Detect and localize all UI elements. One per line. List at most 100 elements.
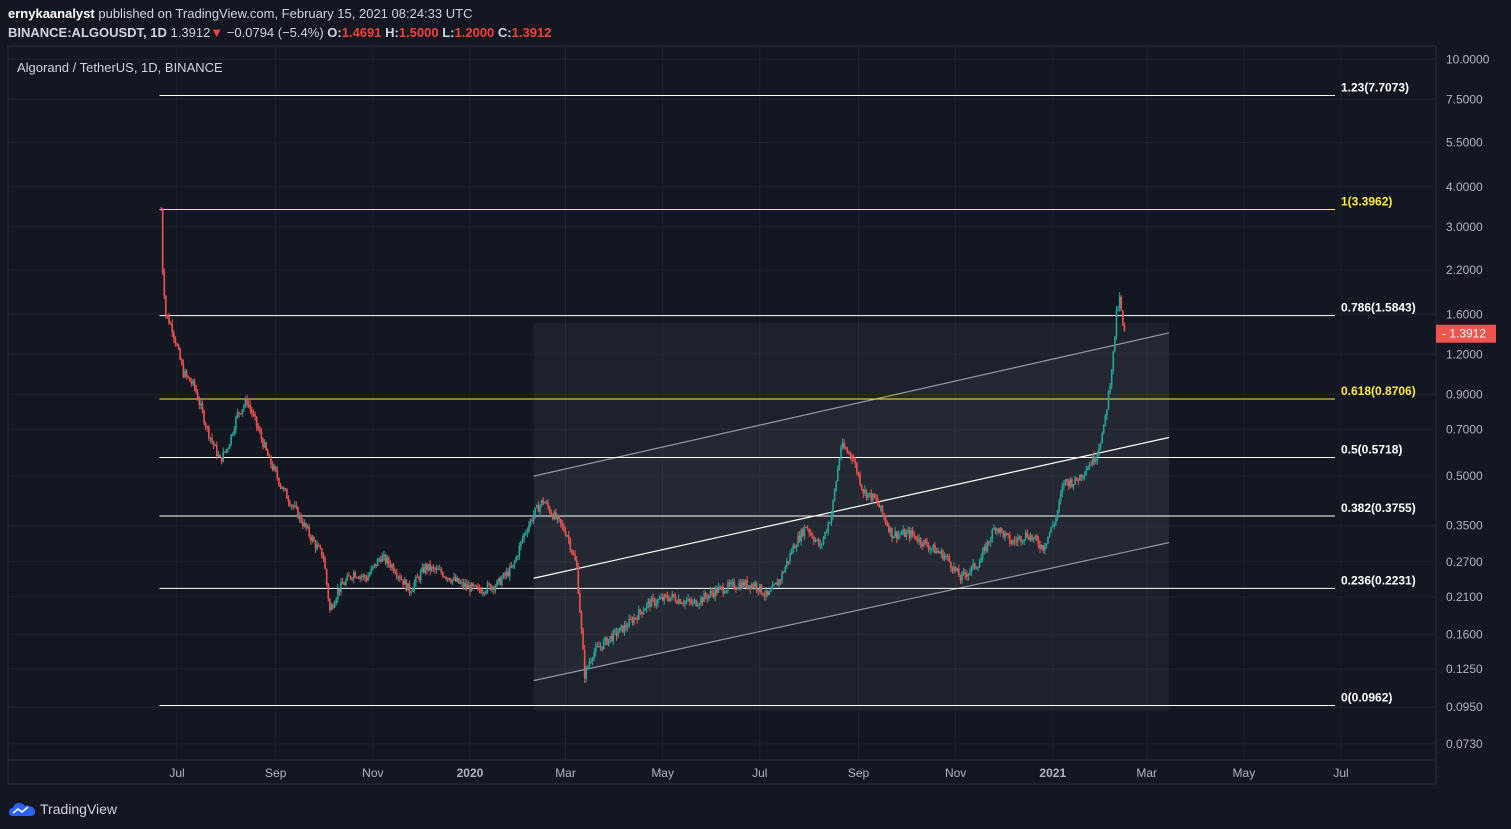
- candle-body: [321, 548, 323, 557]
- candle-body: [451, 579, 454, 583]
- candle-body: [480, 590, 482, 594]
- candle-body: [784, 566, 787, 573]
- candle-body: [958, 568, 960, 577]
- candle-body: [483, 592, 486, 594]
- candle-body: [281, 486, 283, 490]
- candle-body: [206, 426, 209, 428]
- candle-body: [1072, 484, 1075, 487]
- candle-body: [1080, 474, 1083, 478]
- candle-body: [838, 458, 841, 469]
- candle-body: [1015, 540, 1017, 542]
- candle-body: [596, 646, 599, 648]
- candle-body: [1056, 510, 1059, 519]
- candle-body: [943, 556, 946, 560]
- candle-body: [486, 583, 489, 592]
- candle-body: [521, 538, 524, 542]
- candle-body: [693, 600, 696, 602]
- candle-body: [612, 630, 615, 642]
- candle-body: [649, 600, 651, 608]
- candle-body: [873, 493, 876, 498]
- candle-body: [1112, 351, 1115, 371]
- candle-body: [341, 582, 344, 585]
- parallel-channel[interactable]: [533, 322, 1170, 711]
- candle-body: [209, 437, 212, 439]
- candle-body: [626, 626, 629, 628]
- price-tick-label: 0.2100: [1446, 590, 1483, 604]
- candle-body: [305, 522, 307, 528]
- candle-body: [997, 528, 1000, 533]
- candle-body: [317, 544, 320, 547]
- candle-body: [870, 492, 873, 501]
- candle-body: [410, 591, 412, 594]
- candle-body: [499, 577, 502, 586]
- candle-body: [545, 502, 548, 504]
- candle-body: [227, 448, 229, 450]
- tradingview-brand[interactable]: TradingView: [40, 801, 117, 817]
- candle-body: [975, 567, 978, 569]
- candle-body: [364, 575, 366, 578]
- candle-body: [493, 586, 495, 591]
- candle-body: [244, 399, 247, 406]
- fib-level-label: 0.786(1.5843): [1341, 301, 1416, 315]
- time-axis[interactable]: Jul Sep Nov 2020 Mar May Jul Sep Nov 2021 Mar May Ju…: [169, 766, 1348, 780]
- candle-body: [1071, 479, 1073, 487]
- candle-body: [708, 594, 710, 599]
- price-tick-label: 1.6000: [1446, 307, 1483, 321]
- candle-body: [429, 563, 431, 571]
- candle-body: [961, 572, 963, 581]
- candle-body: [1058, 500, 1060, 511]
- candle-body: [524, 532, 527, 534]
- time-tick-label: May: [1233, 766, 1256, 780]
- candle-body: [703, 593, 705, 602]
- candle-body: [590, 661, 592, 663]
- candle-body: [548, 506, 551, 513]
- candle-body: [448, 577, 451, 581]
- candle-body: [212, 441, 215, 446]
- price-chart[interactable]: 1.23(7.7073) 1(3.3962) 0.786(1.5843) 0.618(…: [0, 0, 1511, 829]
- candle-body: [303, 522, 306, 527]
- candle-body: [938, 552, 941, 554]
- candle-body: [910, 530, 912, 538]
- candle-body: [634, 617, 637, 619]
- candle-body: [338, 588, 341, 592]
- candle-body: [700, 597, 702, 604]
- price-tick-label: 7.5000: [1446, 92, 1483, 106]
- candle-body: [851, 456, 853, 460]
- candle-body: [620, 625, 623, 628]
- time-tick-label: Jul: [169, 766, 184, 780]
- candle-body: [687, 598, 689, 601]
- candle-body: [915, 535, 917, 540]
- candle-body: [642, 610, 645, 614]
- candle-body: [1094, 460, 1097, 462]
- candle-body: [176, 343, 178, 346]
- chart-title: Algorand / TetherUS, 1D, BINANCE: [17, 60, 223, 75]
- candle-body: [386, 558, 388, 564]
- price-axis[interactable]: 10.0000 7.5000 5.5000 4.0000 3.0000 2.2000 1.6…: [1436, 52, 1496, 751]
- candle-body: [886, 522, 888, 526]
- candle-body: [653, 598, 656, 606]
- candle-body: [657, 599, 659, 604]
- candle-body: [1096, 452, 1099, 461]
- candle-body: [372, 566, 374, 569]
- candle-body: [723, 592, 726, 594]
- candle-body: [636, 617, 638, 620]
- candle-body: [832, 500, 834, 516]
- candle-body: [383, 554, 385, 557]
- candle-body: [981, 550, 984, 558]
- candle-body: [416, 576, 419, 578]
- candle-body: [298, 514, 301, 519]
- candle-body: [188, 377, 191, 382]
- candle-body: [330, 605, 333, 611]
- candle-body: [645, 603, 648, 609]
- candle-body: [937, 550, 939, 553]
- candle-body: [637, 609, 640, 620]
- candle-body: [551, 514, 554, 519]
- candle-body: [418, 577, 420, 581]
- candle-body: [962, 571, 965, 573]
- candle-body: [399, 576, 401, 579]
- candle-body: [368, 573, 371, 577]
- candle-body: [862, 489, 865, 494]
- candle-body: [1101, 433, 1103, 444]
- fib-level-label: 0.5(0.5718): [1341, 442, 1402, 456]
- candle-body: [1085, 470, 1088, 475]
